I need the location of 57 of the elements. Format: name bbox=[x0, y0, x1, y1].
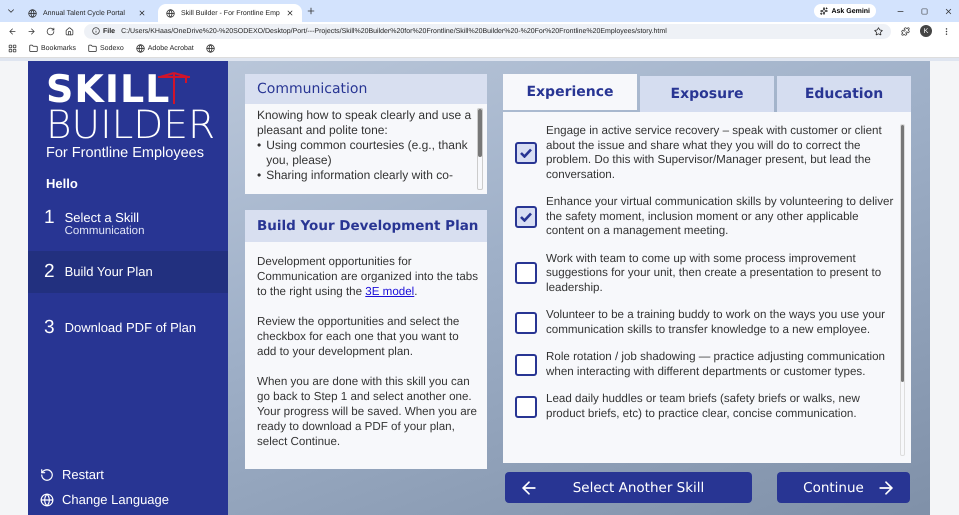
skill-description: Knowing how to speak clearly and use a pleasant and polite tone: • Using common courtesies (e.g., thank you, please) • Sharing information clearly with co- bbox=[257, 108, 472, 184]
back-button[interactable]: Select Another Skill bbox=[505, 472, 752, 503]
skill-builder-logo: SKILL BUILDER For Frontline Employees bbox=[45, 66, 216, 162]
bookmark-star-icon[interactable] bbox=[874, 26, 883, 36]
opportunity-text: Role rotation / job shadowing — practice adjusting communication when interacting with different departments or customer types. bbox=[546, 350, 886, 379]
close-icon[interactable] bbox=[138, 9, 146, 17]
step-item[interactable]: 1 Select a Skill Communication bbox=[28, 197, 228, 247]
category-tab[interactable]: Exposure bbox=[640, 76, 774, 112]
globe-icon bbox=[206, 44, 215, 53]
category-tab[interactable]: Experience bbox=[503, 74, 637, 110]
checkbox[interactable] bbox=[515, 262, 537, 284]
bookmark[interactable] bbox=[206, 44, 215, 53]
scrollbar[interactable] bbox=[900, 124, 905, 456]
opportunity-text: Enhance your virtual communication skills by volunteering to deliver the safety moment, inclusion moment or any other applicable content on a management meeting. bbox=[546, 195, 894, 238]
category-tab[interactable]: Education bbox=[777, 76, 911, 112]
instruction-text: Review the opportunities and select the checkbox for each one that you want to add to your development plan. bbox=[257, 314, 460, 359]
home-icon[interactable] bbox=[65, 26, 74, 36]
card-title: Communication bbox=[245, 74, 487, 104]
opportunity-text: Work with team to come up with some process improvement suggestions for your unit, then create a presentation to present to leadership. bbox=[546, 252, 882, 295]
globe-icon bbox=[28, 8, 37, 18]
continue-button[interactable]: Continue bbox=[777, 472, 910, 503]
step-item[interactable]: 3 Download PDF of Plan bbox=[28, 307, 228, 349]
reload-icon[interactable] bbox=[46, 26, 55, 36]
scrollbar[interactable] bbox=[477, 108, 483, 190]
apps-icon[interactable] bbox=[8, 44, 17, 53]
checkbox[interactable] bbox=[515, 142, 537, 164]
step-item[interactable]: 2 Build Your Plan bbox=[28, 251, 228, 293]
card-title: Build Your Development Plan bbox=[245, 210, 487, 242]
maximize-icon[interactable] bbox=[921, 8, 928, 14]
checkbox[interactable] bbox=[515, 354, 537, 376]
opportunity-text: Volunteer to be a training buddy to work on the ways you use your communication skills to transfer knowledge to a new employee. bbox=[546, 308, 886, 337]
extensions-icon[interactable] bbox=[901, 26, 910, 36]
checkbox[interactable] bbox=[515, 312, 537, 334]
checkbox[interactable] bbox=[515, 206, 537, 228]
close-icon[interactable] bbox=[286, 9, 294, 17]
opportunity-text: Engage in active service recovery – speak with customer or client about the issue and share what they you will do to correct the problem. Do this with Supervisor/Manager present, but lead the conversation. bbox=[546, 124, 883, 182]
new-tab-icon[interactable] bbox=[306, 6, 316, 16]
checkmark-icon bbox=[520, 212, 532, 222]
sidebar-link[interactable]: Restart bbox=[40, 467, 228, 482]
globe-icon bbox=[136, 44, 145, 53]
globe-icon bbox=[40, 492, 54, 506]
opportunity-text: Lead daily huddles or team briefs (safety briefs or walks, new product briefs, etc) to practice clear, concise communication. bbox=[546, 392, 861, 421]
back-icon[interactable] bbox=[8, 26, 17, 36]
forward-icon[interactable] bbox=[27, 26, 36, 36]
checkbox[interactable] bbox=[515, 396, 537, 418]
folder-icon bbox=[88, 44, 98, 53]
checkmark-icon bbox=[520, 148, 532, 158]
globe-icon bbox=[166, 8, 175, 18]
greeting: Hello bbox=[45, 175, 79, 191]
close-icon[interactable] bbox=[944, 6, 953, 16]
instruction-text: Development opportunities for Communication are organized into the tabs to the right using the 3E model. bbox=[257, 254, 479, 299]
instruction-text: When you are done with this skill you can go back to Step 1 and select another one. Your progress will be saved. When you are ready to download a PDF of your plan, select Continue. bbox=[257, 374, 478, 449]
sparkle-icon bbox=[820, 7, 828, 15]
model-link[interactable]: 3E model bbox=[365, 285, 414, 298]
folder-icon bbox=[29, 44, 38, 53]
sidebar-link[interactable]: Change Language bbox=[40, 492, 228, 507]
restart-icon bbox=[40, 468, 54, 482]
